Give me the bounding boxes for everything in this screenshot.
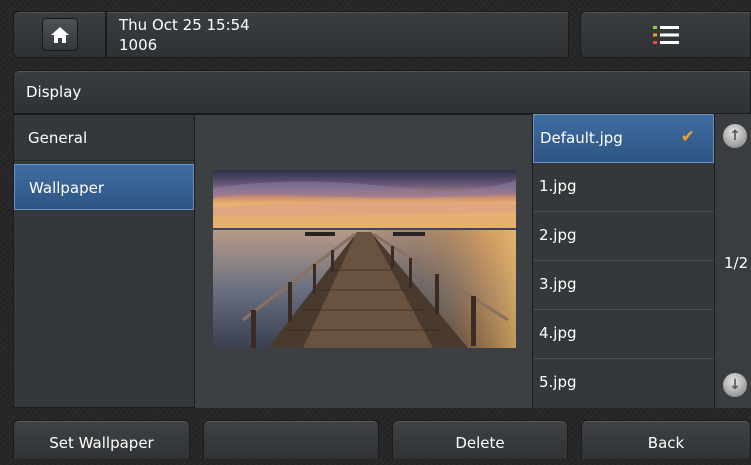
blank-softkey[interactable] <box>203 420 379 459</box>
sidebar-item-general[interactable]: General <box>14 115 194 161</box>
list-item[interactable]: Default.jpg ✔ <box>533 114 714 163</box>
file-name: Default.jpg <box>540 129 623 147</box>
scroll-up-icon[interactable]: ↑ <box>723 124 747 148</box>
sidebar: General Wallpaper <box>13 114 195 408</box>
checkmark-icon: ✔ <box>680 127 695 147</box>
menu-list-icon <box>652 25 679 44</box>
softkey-label: Set Wallpaper <box>49 434 154 452</box>
softkey-label: Back <box>647 434 685 452</box>
home-icon <box>41 18 78 51</box>
wallpaper-preview-area <box>195 114 532 408</box>
list-item[interactable]: 5.jpg <box>533 359 714 408</box>
file-name: 2.jpg <box>539 226 577 244</box>
page-indicator: 1/2 <box>724 254 749 272</box>
softkey-label: Delete <box>455 434 505 452</box>
status-bar: Thu Oct 25 15:54 1006 <box>106 11 569 58</box>
back-button[interactable]: Back <box>581 420 751 459</box>
scrollbar[interactable]: ↑ 1/2 ↓ <box>714 114 751 408</box>
date-time: Thu Oct 25 15:54 <box>119 16 250 34</box>
file-name: 4.jpg <box>539 324 577 342</box>
list-item[interactable]: 4.jpg <box>533 310 714 359</box>
list-item[interactable]: 2.jpg <box>533 212 714 261</box>
file-name: 1.jpg <box>539 177 577 195</box>
menu-button[interactable] <box>580 11 751 58</box>
wallpaper-file-list: Default.jpg ✔ 1.jpg 2.jpg 3.jpg 4.jpg 5.… <box>532 114 714 408</box>
page-title: Display <box>13 70 751 114</box>
sidebar-item-label: Wallpaper <box>29 179 105 197</box>
scroll-down-icon[interactable]: ↓ <box>723 373 747 397</box>
file-name: 5.jpg <box>539 373 577 391</box>
file-name: 3.jpg <box>539 275 577 293</box>
home-button[interactable] <box>13 11 106 58</box>
sidebar-item-label: General <box>28 129 88 147</box>
sidebar-item-wallpaper[interactable]: Wallpaper <box>14 164 194 210</box>
wallpaper-preview-image <box>213 170 516 348</box>
page-title-text: Display <box>26 83 82 101</box>
extension-number: 1006 <box>119 36 158 54</box>
delete-button[interactable]: Delete <box>392 420 568 459</box>
list-item[interactable]: 3.jpg <box>533 261 714 310</box>
set-wallpaper-button[interactable]: Set Wallpaper <box>13 420 190 459</box>
list-item[interactable]: 1.jpg <box>533 163 714 212</box>
